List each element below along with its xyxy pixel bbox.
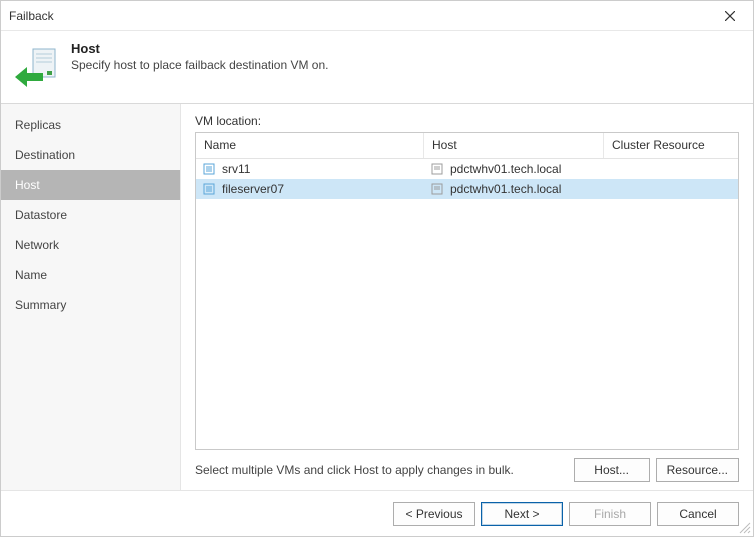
vm-icon	[202, 162, 216, 176]
next-button[interactable]: Next >	[481, 502, 563, 526]
finish-button: Finish	[569, 502, 651, 526]
table-row[interactable]: srv11 pdctwhv01.tech.local	[196, 159, 738, 179]
wizard-sidebar: Replicas Destination Host Datastore Netw…	[1, 104, 181, 490]
grid-body[interactable]: srv11 pdctwhv01.tech.local	[196, 159, 738, 449]
cell-host: pdctwhv01.tech.local	[424, 162, 604, 176]
host-icon	[430, 162, 444, 176]
failback-arrow-icon	[13, 43, 61, 91]
section-label: VM location:	[195, 114, 739, 128]
cancel-button[interactable]: Cancel	[657, 502, 739, 526]
cell-name-text: fileserver07	[222, 182, 284, 196]
wizard-header: Host Specify host to place failback dest…	[1, 31, 753, 103]
sidebar-item-destination[interactable]: Destination	[1, 140, 180, 170]
wizard-main: VM location: Name Host Cluster Resource	[181, 104, 753, 490]
vm-location-grid: Name Host Cluster Resource	[195, 132, 739, 450]
resize-handle[interactable]	[737, 520, 751, 534]
column-header-name[interactable]: Name	[196, 133, 424, 158]
sidebar-item-host[interactable]: Host	[1, 170, 180, 200]
column-header-cluster[interactable]: Cluster Resource	[604, 133, 738, 158]
wizard-body: Replicas Destination Host Datastore Netw…	[1, 103, 753, 490]
hint-row: Select multiple VMs and click Host to ap…	[195, 458, 739, 482]
column-header-host[interactable]: Host	[424, 133, 604, 158]
page-title: Host	[71, 41, 328, 56]
resize-grip-icon	[737, 520, 751, 534]
table-row[interactable]: fileserver07 pdctwhv01.tech.local	[196, 179, 738, 199]
vm-icon	[202, 182, 216, 196]
host-button[interactable]: Host...	[574, 458, 650, 482]
sidebar-item-name[interactable]: Name	[1, 260, 180, 290]
cell-name: srv11	[196, 162, 424, 176]
titlebar: Failback	[1, 1, 753, 31]
sidebar-item-replicas[interactable]: Replicas	[1, 110, 180, 140]
cell-name-text: srv11	[222, 162, 250, 176]
close-icon	[725, 11, 735, 21]
sidebar-item-summary[interactable]: Summary	[1, 290, 180, 320]
cell-name: fileserver07	[196, 182, 424, 196]
cell-host: pdctwhv01.tech.local	[424, 182, 604, 196]
wizard-footer: < Previous Next > Finish Cancel	[1, 490, 753, 536]
window-title: Failback	[9, 9, 715, 23]
hint-text: Select multiple VMs and click Host to ap…	[195, 463, 568, 477]
previous-button[interactable]: < Previous	[393, 502, 475, 526]
host-icon	[430, 182, 444, 196]
cell-host-text: pdctwhv01.tech.local	[450, 162, 561, 176]
page-subtitle: Specify host to place failback destinati…	[71, 58, 328, 72]
cell-host-text: pdctwhv01.tech.local	[450, 182, 561, 196]
failback-wizard-window: Failback Host Specify host to place fail…	[0, 0, 754, 537]
grid-header: Name Host Cluster Resource	[196, 133, 738, 159]
resource-button[interactable]: Resource...	[656, 458, 739, 482]
close-button[interactable]	[715, 8, 745, 24]
sidebar-item-network[interactable]: Network	[1, 230, 180, 260]
sidebar-item-datastore[interactable]: Datastore	[1, 200, 180, 230]
header-texts: Host Specify host to place failback dest…	[71, 39, 328, 72]
